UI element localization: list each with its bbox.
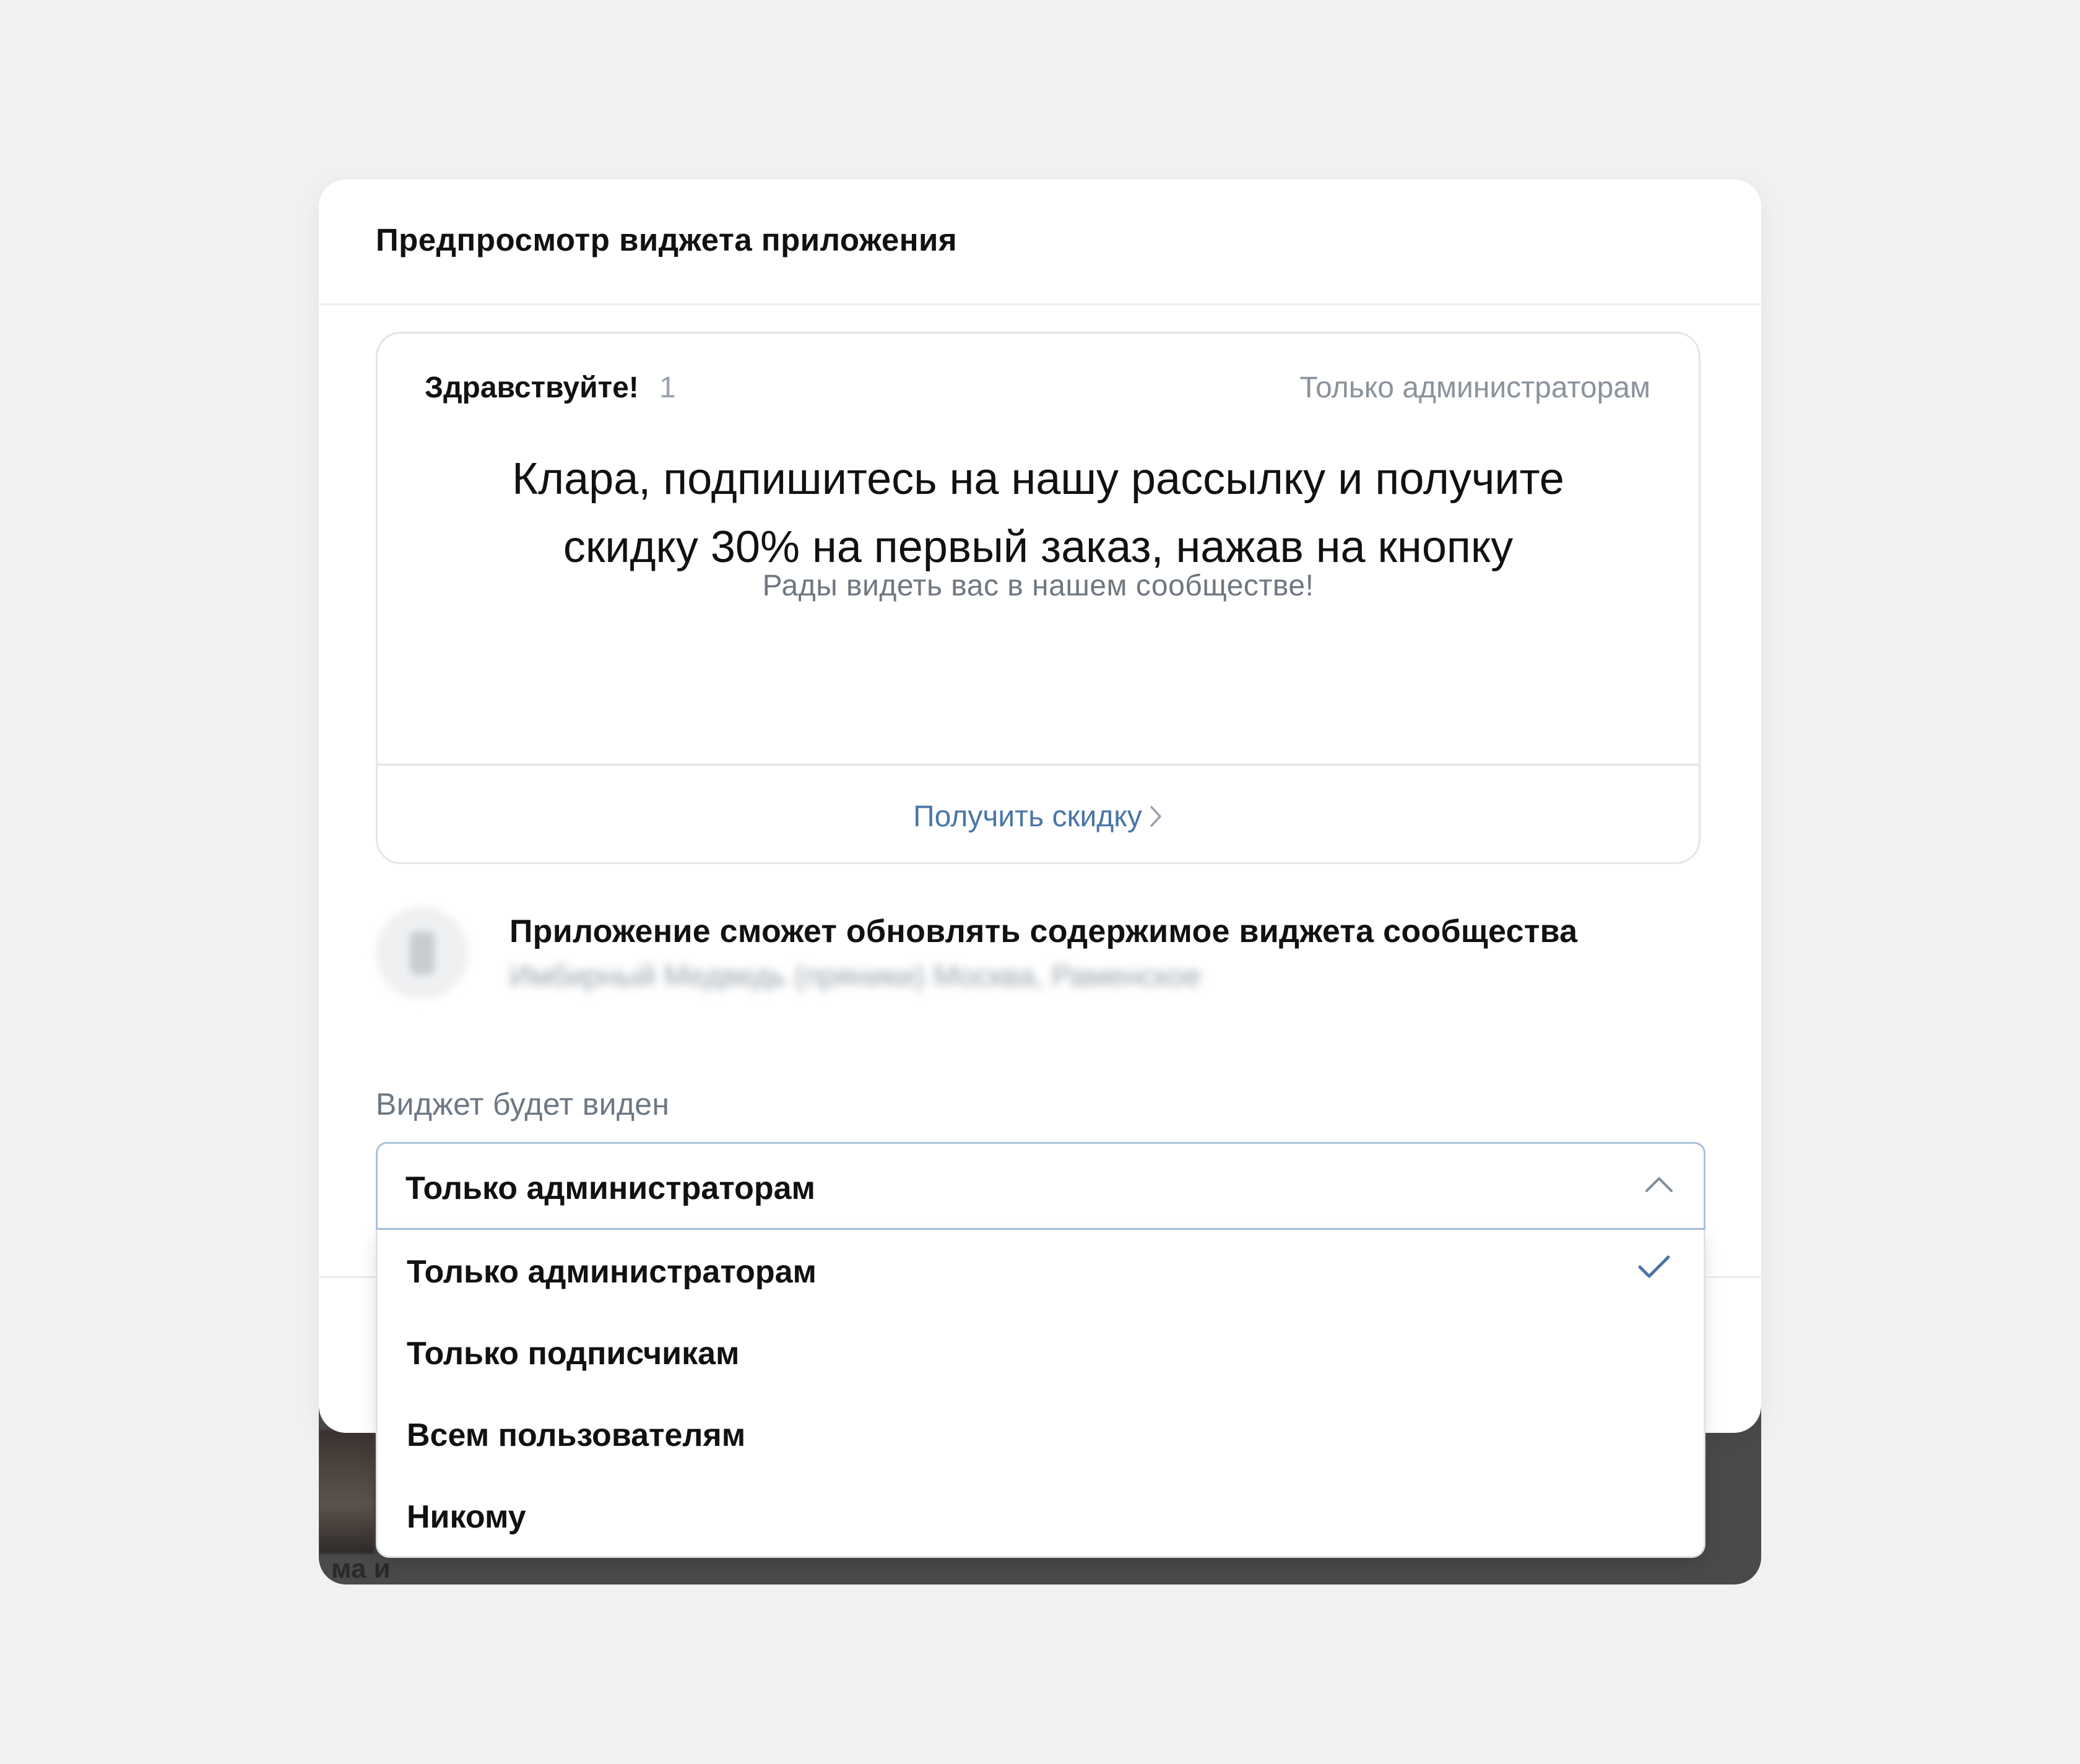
- community-name: Имбирный Медведь (пряники) Москва, Рамен…: [509, 960, 1202, 993]
- permission-row: Приложение сможет обновлять содержимое в…: [376, 907, 1701, 1006]
- modal-header: Предпросмотр виджета приложения: [319, 179, 1761, 305]
- visibility-field-label: Виджет будет виден: [376, 1087, 670, 1122]
- modal-title: Предпросмотр виджета приложения: [376, 222, 958, 257]
- option-label: Только подписчикам: [407, 1336, 740, 1372]
- check-icon: [1638, 1255, 1670, 1278]
- option-subscribers[interactable]: Только подписчикам: [378, 1312, 1704, 1393]
- widget-heading: Клара, подпишитесь на нашу рассылку и по…: [440, 445, 1637, 581]
- background-image: [319, 1430, 375, 1554]
- option-all-users[interactable]: Всем пользователям: [378, 1393, 1704, 1475]
- widget-greeting: Здравствуйте!: [425, 371, 639, 404]
- widget-visibility-label: Только администраторам: [1299, 371, 1650, 404]
- visibility-select-value: Только администраторам: [405, 1170, 816, 1206]
- get-discount-button[interactable]: Получить скидку: [378, 792, 1699, 841]
- get-discount-button-label: Получить скидку: [913, 800, 1142, 833]
- widget-divider: [378, 764, 1699, 766]
- option-admins[interactable]: Только администраторам: [378, 1230, 1704, 1312]
- widget-preview-card: Здравствуйте! 1 Только администраторам К…: [376, 332, 1701, 864]
- widget-greeting-count: 1: [659, 371, 676, 404]
- widget-subtext: Рады видеть вас в нашем сообществе!: [762, 569, 1314, 602]
- option-label: Никому: [407, 1499, 526, 1535]
- chevron-up-icon: [1645, 1177, 1673, 1192]
- community-avatar: [376, 907, 469, 1000]
- background-text: ма и: [331, 1554, 391, 1584]
- visibility-select[interactable]: Только администраторам: [376, 1142, 1705, 1230]
- permission-text: Приложение сможет обновлять содержимое в…: [509, 914, 1578, 949]
- visibility-dropdown: Только администраторам Только подписчика…: [376, 1230, 1705, 1558]
- chevron-right-icon: [1150, 806, 1161, 827]
- option-nobody[interactable]: Никому: [378, 1475, 1704, 1557]
- option-label: Всем пользователям: [407, 1417, 746, 1453]
- widget-heading-line-1: Клара, подпишитесь на нашу рассылку и по…: [512, 454, 1564, 504]
- option-label: Только администраторам: [407, 1254, 817, 1290]
